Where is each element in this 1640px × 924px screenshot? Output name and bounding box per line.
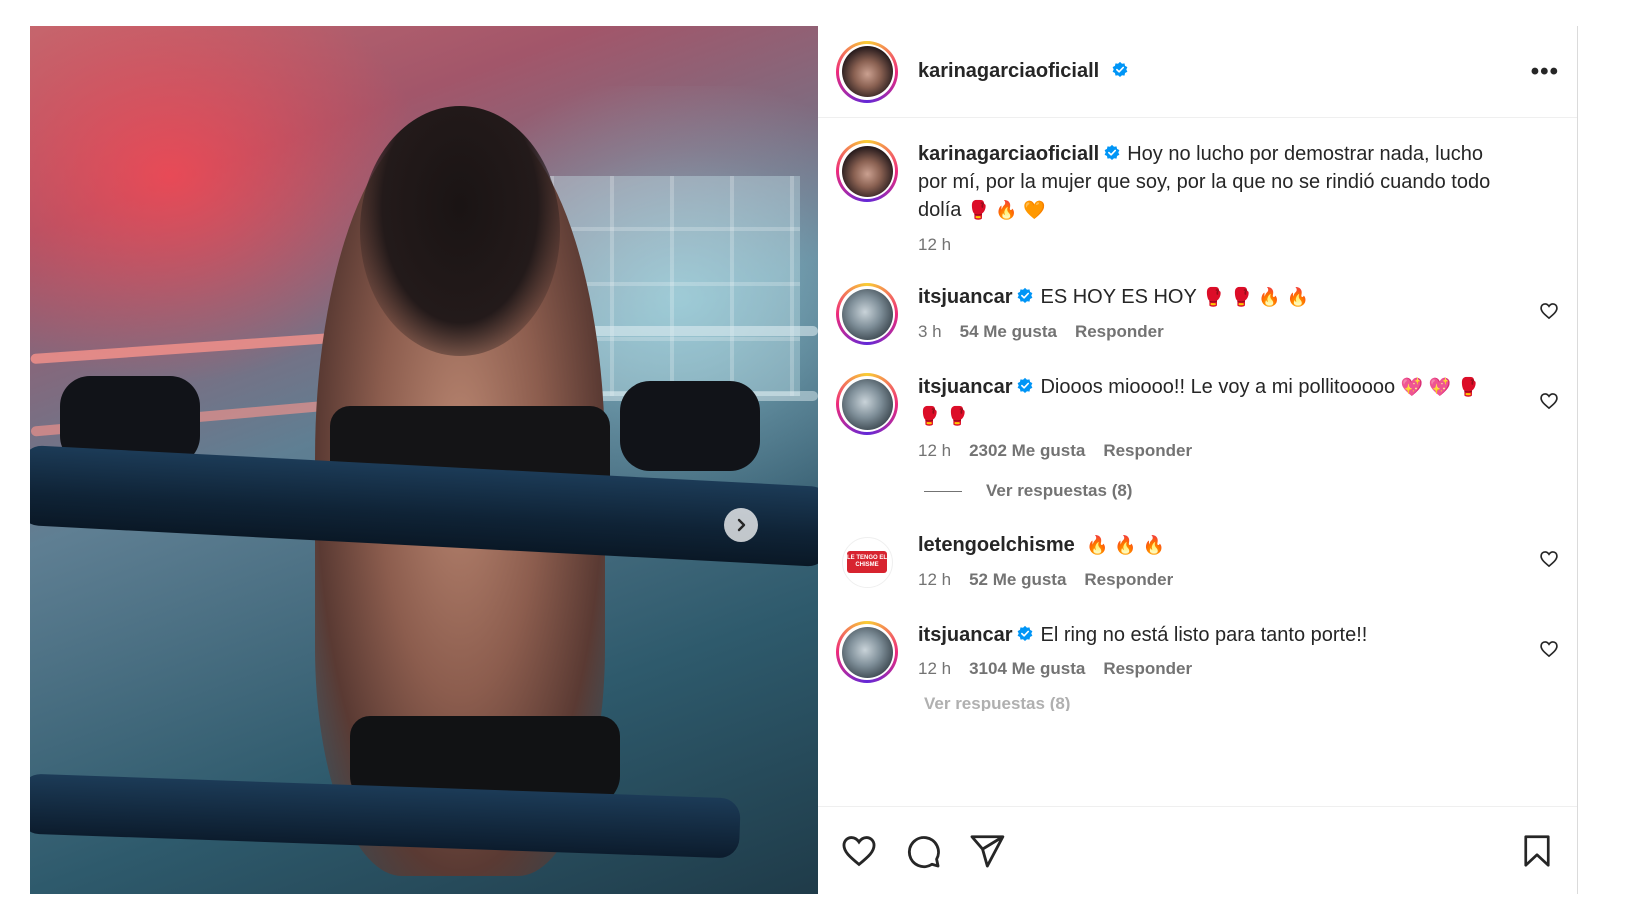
- comments-list[interactable]: karinagarciaoficiall Hoy no lucho por dem…: [818, 118, 1577, 806]
- comment-item: itsjuancar El ring no está listo para tan…: [836, 621, 1559, 683]
- caption: karinagarciaoficiall Hoy no lucho por dem…: [836, 140, 1559, 255]
- reply-button[interactable]: Responder: [1075, 322, 1164, 342]
- comment-button[interactable]: [904, 832, 942, 870]
- avatar[interactable]: [836, 140, 898, 202]
- post-header: karinagarciaoficiall •••: [818, 26, 1577, 118]
- verified-badge-icon: [1104, 144, 1120, 161]
- comment-username[interactable]: letengoelchisme: [918, 534, 1075, 556]
- comment-likes[interactable]: 2302 Me gusta: [969, 441, 1085, 461]
- comment-time[interactable]: 12 h: [918, 570, 951, 590]
- verified-badge-icon: [1018, 287, 1033, 304]
- avatar[interactable]: LE TENGO EL CHISME: [836, 531, 898, 593]
- avatar[interactable]: [836, 40, 898, 103]
- heart-icon: [842, 835, 876, 866]
- caption-username[interactable]: karinagarciaoficiall: [918, 143, 1099, 165]
- comment-time[interactable]: 3 h: [918, 322, 942, 342]
- heart-icon[interactable]: [1539, 639, 1559, 659]
- caption-emojis: 🥊 🔥 🧡: [966, 200, 1046, 221]
- avatar[interactable]: [836, 621, 898, 683]
- author-username[interactable]: karinagarciaoficiall: [918, 60, 1129, 83]
- comment-time[interactable]: 12 h: [918, 659, 951, 679]
- send-icon: [970, 834, 1005, 867]
- comment-text: ES HOY ES HOY: [1040, 286, 1197, 308]
- comment-text: Diooos mioooo!! Le voy a mi pollitooooo: [1040, 376, 1396, 398]
- bookmark-icon: [1524, 834, 1550, 867]
- reply-button[interactable]: Responder: [1084, 570, 1173, 590]
- heart-icon[interactable]: [1539, 391, 1559, 411]
- post-image[interactable]: [30, 26, 818, 894]
- more-options-button[interactable]: •••: [1531, 59, 1559, 84]
- avatar[interactable]: [836, 373, 898, 435]
- comment-item: itsjuancar Diooos mioooo!! Le voy a mi po…: [836, 373, 1559, 461]
- comment-likes[interactable]: 54 Me gusta: [960, 322, 1057, 342]
- avatar[interactable]: [836, 283, 898, 345]
- comment-username[interactable]: itsjuancar: [918, 286, 1012, 308]
- chisme-logo: LE TENGO EL CHISME: [847, 551, 887, 573]
- view-replies-button[interactable]: Ver respuestas (8): [924, 481, 1559, 501]
- comment-likes[interactable]: 52 Me gusta: [969, 570, 1066, 590]
- reply-button[interactable]: Responder: [1103, 441, 1192, 461]
- caption-time[interactable]: 12 h: [918, 235, 951, 255]
- comment-emojis: 🥊 🥊 🔥 🔥: [1202, 287, 1309, 308]
- action-bar: [818, 806, 1577, 894]
- comment-time[interactable]: 12 h: [918, 441, 951, 461]
- instagram-post-modal: karinagarciaoficiall ••• karinagarciaofi…: [30, 26, 1622, 894]
- comment-icon: [907, 835, 940, 868]
- view-replies-button[interactable]: Ver respuestas (8): [924, 697, 1559, 711]
- comment-username[interactable]: itsjuancar: [918, 376, 1012, 398]
- reply-button[interactable]: Responder: [1103, 659, 1192, 679]
- comment-item: itsjuancar ES HOY ES HOY 🥊 🥊 🔥 🔥 3 h 54 M…: [836, 283, 1559, 345]
- like-button[interactable]: [840, 832, 878, 870]
- comment-username[interactable]: itsjuancar: [918, 624, 1012, 646]
- verified-badge-icon: [1112, 61, 1128, 78]
- chevron-right-icon: [737, 518, 746, 532]
- heart-icon[interactable]: [1539, 301, 1559, 321]
- heart-icon[interactable]: [1539, 549, 1559, 569]
- carousel-next-button[interactable]: [724, 508, 758, 542]
- share-button[interactable]: [968, 832, 1006, 870]
- comment-likes[interactable]: 3104 Me gusta: [969, 659, 1085, 679]
- comment-item: LE TENGO EL CHISME letengoelchisme 🔥 🔥 🔥…: [836, 531, 1559, 593]
- comment-emojis: 🔥 🔥 🔥: [1086, 535, 1165, 556]
- verified-badge-icon: [1018, 625, 1033, 642]
- comment-text: El ring no está listo para tanto porte!!: [1040, 624, 1368, 646]
- verified-badge-icon: [1018, 377, 1033, 394]
- post-side-panel: karinagarciaoficiall ••• karinagarciaofi…: [818, 26, 1578, 894]
- save-button[interactable]: [1519, 833, 1555, 869]
